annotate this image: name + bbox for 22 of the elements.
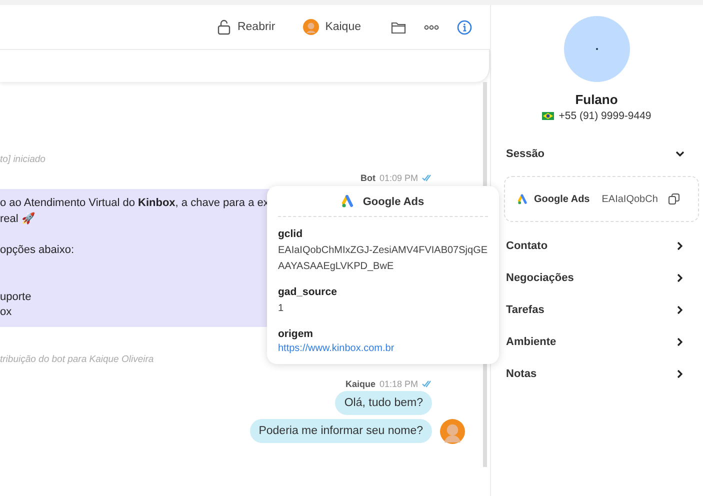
popover-title: Google Ads <box>362 196 424 208</box>
field-label: gclid <box>278 228 304 240</box>
message-time: 01:18 PM <box>379 378 418 388</box>
sender-name: Kaique <box>345 378 376 388</box>
session-source: Google Ads <box>534 194 590 204</box>
message-line: opções abaixo: <box>0 243 75 258</box>
message-line: uporte <box>0 290 32 304</box>
message-line: real 🚀 <box>0 212 36 226</box>
session-value: EAIaIQobCh <box>602 194 658 204</box>
message-time: 01:09 PM <box>379 173 418 183</box>
message-bubble: Olá, tudo bem? <box>335 390 432 414</box>
message-bubble: Poderia me informar seu nome? <box>250 418 432 442</box>
field-value: 1 <box>278 302 285 316</box>
sender-name: Bot <box>360 173 376 183</box>
field-value: EAIaIQobChMIxZGJ-ZesiAMV4FVIAB07SjqGEAAYASAAEgLVKPD_BwE <box>278 244 488 274</box>
message-line: ox <box>0 305 13 320</box>
system-message: to] iniciado <box>0 154 46 165</box>
contact-name: Fulano <box>575 92 618 107</box>
contact-phone: +55 (91) 9999-9449 <box>558 110 652 122</box>
field-label: gad_source <box>278 286 338 298</box>
field-label: origem <box>278 328 314 340</box>
system-message: tribuição do bot para Kaique Oliveira <box>0 354 155 364</box>
